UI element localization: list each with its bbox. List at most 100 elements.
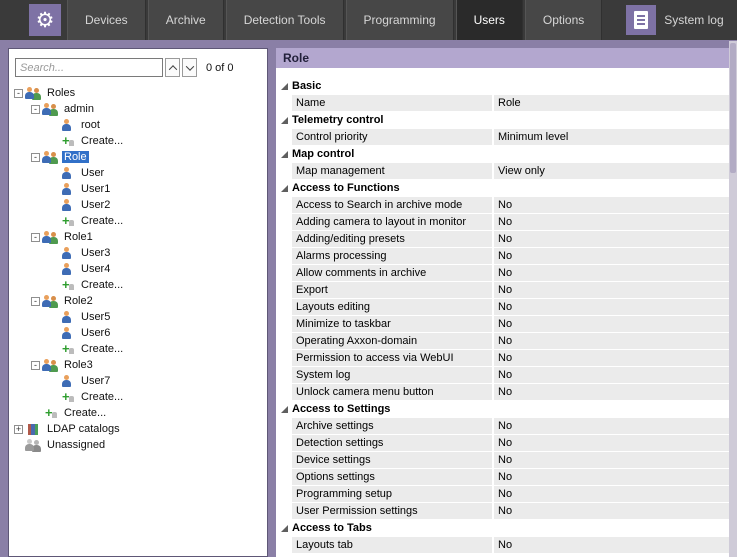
tree-expander-icon[interactable]: - [31,361,40,370]
person-icon [60,375,75,388]
tab-detection-tools[interactable]: Detection Tools [226,0,344,40]
person-icon [60,263,75,276]
property-label: Operating Axxon-domain [292,333,492,349]
expand-triangle-icon [281,525,288,532]
tree-item-root[interactable]: root [9,117,267,133]
tree-item-user[interactable]: User [9,165,267,181]
property-value[interactable]: No [494,367,729,383]
chevron-down-icon [185,62,193,70]
create-icon [43,407,58,420]
property-row-adding-camera-to-layout-in-monitor: Adding camera to layout in monitor No [276,214,729,230]
section-access-to-functions[interactable]: Access to Functions [276,180,729,196]
property-value[interactable]: No [494,435,729,451]
section-basic[interactable]: Basic [276,78,729,94]
tree-item-role1[interactable]: - Role1 [9,229,267,245]
tree-item-role2[interactable]: - Role2 [9,293,267,309]
tree-item-user5[interactable]: User5 [9,309,267,325]
tree-expander-icon[interactable]: - [31,233,40,242]
property-row-adding-editing-presets: Adding/editing presets No [276,231,729,247]
property-value[interactable]: No [494,503,729,519]
tree-expander-icon[interactable]: - [31,297,40,306]
property-value[interactable]: No [494,384,729,400]
property-value[interactable]: No [494,486,729,502]
tree-item-user4[interactable]: User4 [9,261,267,277]
tree-item-create[interactable]: Create... [9,341,267,357]
property-value[interactable]: No [494,197,729,213]
property-value[interactable]: No [494,248,729,264]
tree-expander-icon[interactable]: + [14,425,23,434]
property-label: Map management [292,163,492,179]
property-value[interactable]: No [494,537,729,553]
property-value[interactable]: No [494,282,729,298]
property-row-layouts-tab: Layouts tab No [276,537,729,553]
property-value[interactable]: View only [494,163,729,179]
tree-item-user3[interactable]: User3 [9,245,267,261]
tab-users[interactable]: Users [456,0,523,40]
search-input[interactable] [15,58,163,77]
property-value[interactable]: No [494,452,729,468]
settings-button[interactable]: ⚙ [29,4,61,36]
tree-expander-icon[interactable]: - [31,105,40,114]
tab-options[interactable]: Options [525,0,602,40]
property-value[interactable]: Role [494,95,729,111]
tree-item-user2[interactable]: User2 [9,197,267,213]
search-next-button[interactable] [182,58,197,77]
tree-item-role[interactable]: - Role [9,149,267,165]
tree-expander-icon[interactable]: - [14,89,23,98]
tree-expander-icon[interactable]: - [31,153,40,162]
property-label: System log [292,367,492,383]
tree-item-role3[interactable]: - Role3 [9,357,267,373]
property-row-system-log: System log No [276,367,729,383]
property-label: Device settings [292,452,492,468]
section-map-control[interactable]: Map control [276,146,729,162]
vertical-scrollbar[interactable] [729,41,737,557]
property-value[interactable]: Minimum level [494,129,729,145]
property-row-minimize-to-taskbar: Minimize to taskbar No [276,316,729,332]
property-value[interactable]: No [494,469,729,485]
property-value[interactable]: No [494,299,729,315]
property-grid: Basic Name Role Telemetry control Contro… [276,68,729,557]
property-value[interactable]: No [494,214,729,230]
property-label: Adding/editing presets [292,231,492,247]
section-title: Access to Functions [292,180,400,196]
tree-item-user6[interactable]: User6 [9,325,267,341]
property-label: Archive settings [292,418,492,434]
property-row-archive-settings: Archive settings No [276,418,729,434]
property-value[interactable]: No [494,316,729,332]
section-access-to-settings[interactable]: Access to Settings [276,401,729,417]
property-value[interactable]: No [494,350,729,366]
tree-item-create[interactable]: Create... [9,389,267,405]
tree-item-create[interactable]: Create... [9,133,267,149]
tree-item-admin[interactable]: - admin [9,101,267,117]
tree-item-ldap-catalogs[interactable]: + LDAP catalogs [9,421,267,437]
system-log-group[interactable]: System log [626,5,723,35]
property-row-control-priority: Control priority Minimum level [276,129,729,145]
tree-item-create[interactable]: Create... [9,213,267,229]
tree-item-user7[interactable]: User7 [9,373,267,389]
property-value[interactable]: No [494,333,729,349]
search-row: 0 of 0 [9,49,267,83]
property-row-access-to-search-in-archive-mode: Access to Search in archive mode No [276,197,729,213]
tab-devices[interactable]: Devices [67,0,146,40]
scrollbar-thumb[interactable] [730,43,736,173]
property-value[interactable]: No [494,418,729,434]
tree-item-roles[interactable]: - Roles [9,85,267,101]
tab-programming[interactable]: Programming [346,0,454,40]
person-icon [60,199,75,212]
property-row-alarms-processing: Alarms processing No [276,248,729,264]
section-title: Map control [292,146,354,162]
search-prev-button[interactable] [165,58,180,77]
top-toolbar: ⚙ DevicesArchiveDetection ToolsProgrammi… [0,0,737,40]
tree-item-create[interactable]: Create... [9,405,267,421]
people-icon [26,87,41,100]
tab-archive[interactable]: Archive [148,0,224,40]
tree-item-user1[interactable]: User1 [9,181,267,197]
property-value[interactable]: No [494,265,729,281]
section-telemetry-control[interactable]: Telemetry control [276,112,729,128]
section-access-to-tabs[interactable]: Access to Tabs [276,520,729,536]
tree-item-create[interactable]: Create... [9,277,267,293]
property-row-permission-to-access-via-webui: Permission to access via WebUI No [276,350,729,366]
create-icon [60,215,75,228]
tree-item-unassigned[interactable]: Unassigned [9,437,267,453]
property-value[interactable]: No [494,231,729,247]
